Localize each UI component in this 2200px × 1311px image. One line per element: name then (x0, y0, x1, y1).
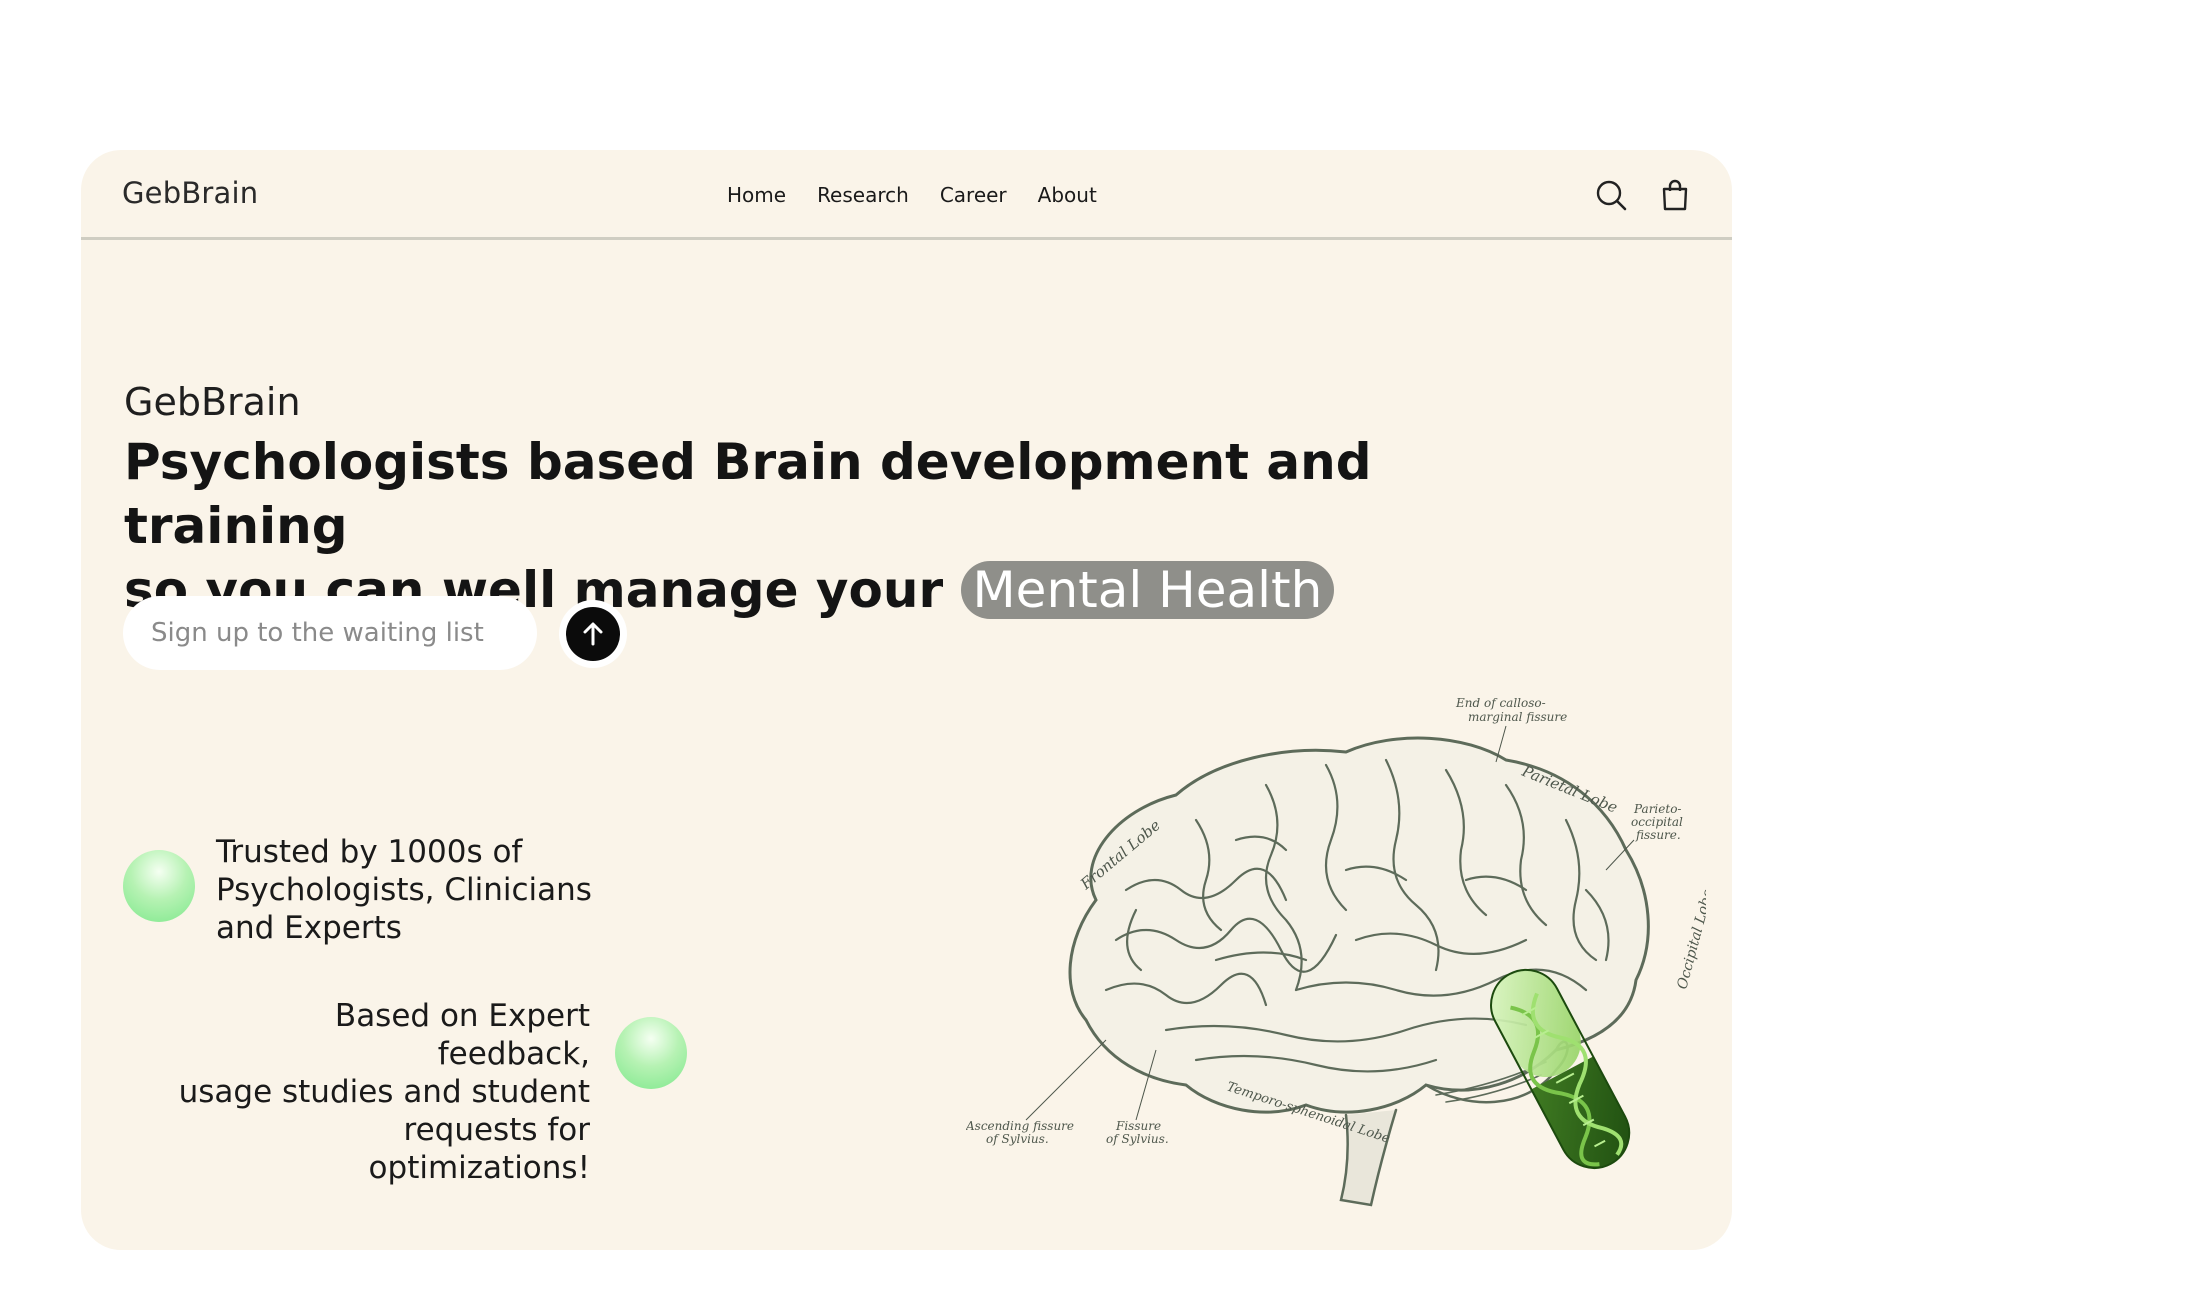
label-parieto-2: occipital (1631, 815, 1683, 829)
arrow-up-icon (583, 622, 603, 646)
headline-highlight: Mental Health (960, 561, 1335, 619)
nav-career[interactable]: Career (940, 183, 1007, 207)
label-fissure-2: of Sylvius. (1106, 1132, 1169, 1146)
hero-brand: GebBrain (124, 380, 301, 424)
trust-line-3: and Experts (216, 910, 402, 946)
search-icon[interactable] (1594, 178, 1628, 212)
nav-research[interactable]: Research (817, 183, 909, 207)
site-logo[interactable]: GebBrain (122, 176, 258, 210)
shopping-bag-icon[interactable] (1658, 178, 1692, 212)
top-navbar: GebBrain Home Research Career About (81, 150, 1732, 240)
trust-line-2: Psychologists, Clinicians (216, 872, 592, 908)
nav-about[interactable]: About (1038, 183, 1097, 207)
brain-illustration: End of calloso- marginal fissure Parieta… (966, 696, 1706, 1207)
headline-line-1: Psychologists based Brain development an… (124, 433, 1372, 555)
trust-statement: Trusted by 1000s of Psychologists, Clini… (216, 833, 592, 947)
header-actions (1594, 178, 1692, 212)
label-ascending-2: of Sylvius. (986, 1132, 1049, 1146)
submit-button-circle (566, 607, 620, 661)
waitlist-submit-button[interactable] (559, 600, 627, 668)
expert-orb-icon (615, 1017, 687, 1089)
label-callosal-2: marginal fissure (1468, 710, 1567, 724)
nav-home[interactable]: Home (727, 183, 786, 207)
label-ascending-1: Ascending fissure (966, 1119, 1074, 1133)
label-parieto-1: Parieto- (1633, 802, 1681, 816)
main-nav: Home Research Career About (727, 183, 1097, 207)
trust-line-1: Trusted by 1000s of (216, 834, 523, 870)
expert-statement: Based on Expert feedback, usage studies … (175, 997, 590, 1187)
label-callosal-1: End of calloso- (1455, 696, 1546, 710)
expert-line-2: usage studies and student (178, 1074, 590, 1110)
hero-headline: Psychologists based Brain development an… (124, 430, 1604, 622)
label-parieto-3: fissure. (1635, 828, 1681, 842)
label-fissure-1: Fissure (1115, 1119, 1161, 1133)
trust-orb-icon (123, 850, 195, 922)
waitlist-email-input[interactable] (123, 596, 537, 670)
hero-card: GebBrain Home Research Career About GebB… (81, 150, 1732, 1250)
label-occipital: Occipital Lobe (1674, 887, 1706, 991)
expert-line-3: requests for optimizations! (368, 1112, 590, 1186)
expert-line-1: Based on Expert feedback, (334, 998, 590, 1072)
